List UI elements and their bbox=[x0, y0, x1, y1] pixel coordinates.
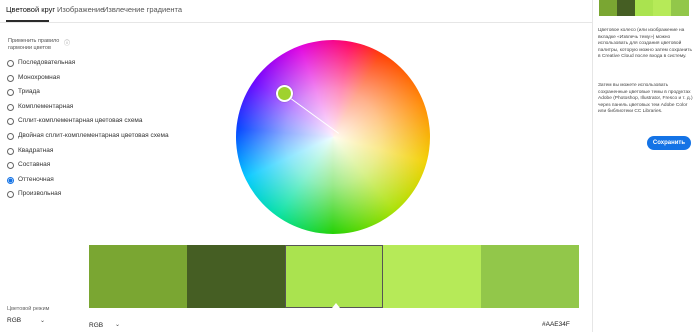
chevron-down-icon[interactable]: ⌄ bbox=[115, 321, 120, 328]
rule-label: Комплементарная bbox=[18, 102, 74, 110]
rule-label: Двойная сплит-комплементарная цветовая с… bbox=[18, 132, 169, 139]
info-icon[interactable]: ⓘ bbox=[64, 38, 70, 47]
radio-icon[interactable] bbox=[7, 74, 14, 82]
radio-icon[interactable] bbox=[7, 118, 14, 126]
rule-option[interactable]: Квадратная bbox=[7, 147, 227, 159]
color-swatch[interactable] bbox=[89, 245, 187, 308]
tab-color-wheel[interactable]: Цветовой круг bbox=[6, 5, 55, 14]
theme-preview bbox=[599, 0, 689, 16]
radio-icon[interactable] bbox=[7, 147, 14, 155]
rule-option[interactable]: Двойная сплит-комплементарная цветовая с… bbox=[7, 132, 227, 144]
harmony-rule-heading: Применить правило гармонии цветов bbox=[8, 38, 60, 51]
color-swatch[interactable] bbox=[383, 245, 481, 308]
mini-swatch bbox=[599, 0, 617, 16]
color-wheel[interactable] bbox=[200, 4, 466, 270]
side-info-text: Цветовое колесо (или изображение на вкла… bbox=[598, 28, 692, 60]
radio-icon[interactable] bbox=[7, 103, 14, 111]
mini-swatch bbox=[635, 0, 653, 16]
mini-swatch bbox=[671, 0, 689, 16]
rule-option[interactable]: Комплементарная bbox=[7, 103, 227, 115]
rule-label: Оттеночная bbox=[18, 175, 54, 183]
rule-option[interactable]: Монохромная bbox=[7, 74, 227, 86]
hex-value[interactable]: #AAE34F bbox=[542, 321, 570, 328]
rule-option[interactable]: Триада bbox=[7, 88, 227, 100]
saturation-overlay bbox=[236, 40, 430, 234]
rule-option-selected[interactable]: Оттеночная bbox=[7, 176, 227, 188]
rule-label: Сплит-комплементарная цветовая схема bbox=[18, 117, 143, 125]
radio-icon[interactable] bbox=[7, 89, 14, 97]
rule-label: Произвольная bbox=[18, 190, 62, 198]
rule-option[interactable]: Произвольная bbox=[7, 190, 227, 202]
rule-option[interactable]: Последовательная bbox=[7, 59, 227, 71]
tab-extract-gradient[interactable]: Извлечение градиента bbox=[103, 5, 182, 14]
color-swatch-active[interactable] bbox=[285, 245, 383, 308]
rule-label: Составная bbox=[18, 161, 51, 169]
radio-icon[interactable] bbox=[7, 162, 14, 170]
save-button[interactable]: Сохранить bbox=[647, 136, 691, 150]
rule-option[interactable]: Составная bbox=[7, 161, 227, 173]
radio-icon[interactable] bbox=[7, 191, 14, 199]
tab-bar: Цветовой круг Изображение Извлечение гра… bbox=[0, 0, 592, 23]
radio-checked-icon[interactable] bbox=[7, 176, 14, 184]
rule-label: Монохромная bbox=[18, 73, 60, 81]
color-mode-label: Цветовой режим bbox=[7, 306, 50, 312]
radio-icon[interactable] bbox=[7, 133, 14, 140]
side-info-text: Затем вы можете использовать сохраненные… bbox=[598, 83, 693, 115]
active-tab-indicator bbox=[6, 20, 49, 22]
radio-icon[interactable] bbox=[7, 60, 14, 67]
color-mode-select[interactable]: RGB bbox=[7, 317, 21, 324]
mini-swatch bbox=[617, 0, 635, 16]
rule-option[interactable]: Сплит-комплементарная цветовая схема bbox=[7, 117, 227, 129]
tab-image[interactable]: Изображение bbox=[57, 5, 104, 14]
color-handle[interactable] bbox=[276, 85, 293, 102]
swatch-strip bbox=[89, 245, 579, 308]
color-swatch[interactable] bbox=[187, 245, 285, 308]
color-swatch[interactable] bbox=[481, 245, 579, 308]
rule-label: Последовательная bbox=[18, 59, 76, 66]
selected-caret-icon bbox=[332, 303, 340, 308]
mini-swatch bbox=[653, 0, 671, 16]
rule-label: Триада bbox=[18, 88, 40, 96]
chevron-down-icon[interactable]: ⌄ bbox=[40, 317, 45, 324]
rule-label: Квадратная bbox=[18, 146, 54, 154]
swatch-mode-select[interactable]: RGB bbox=[89, 322, 103, 329]
